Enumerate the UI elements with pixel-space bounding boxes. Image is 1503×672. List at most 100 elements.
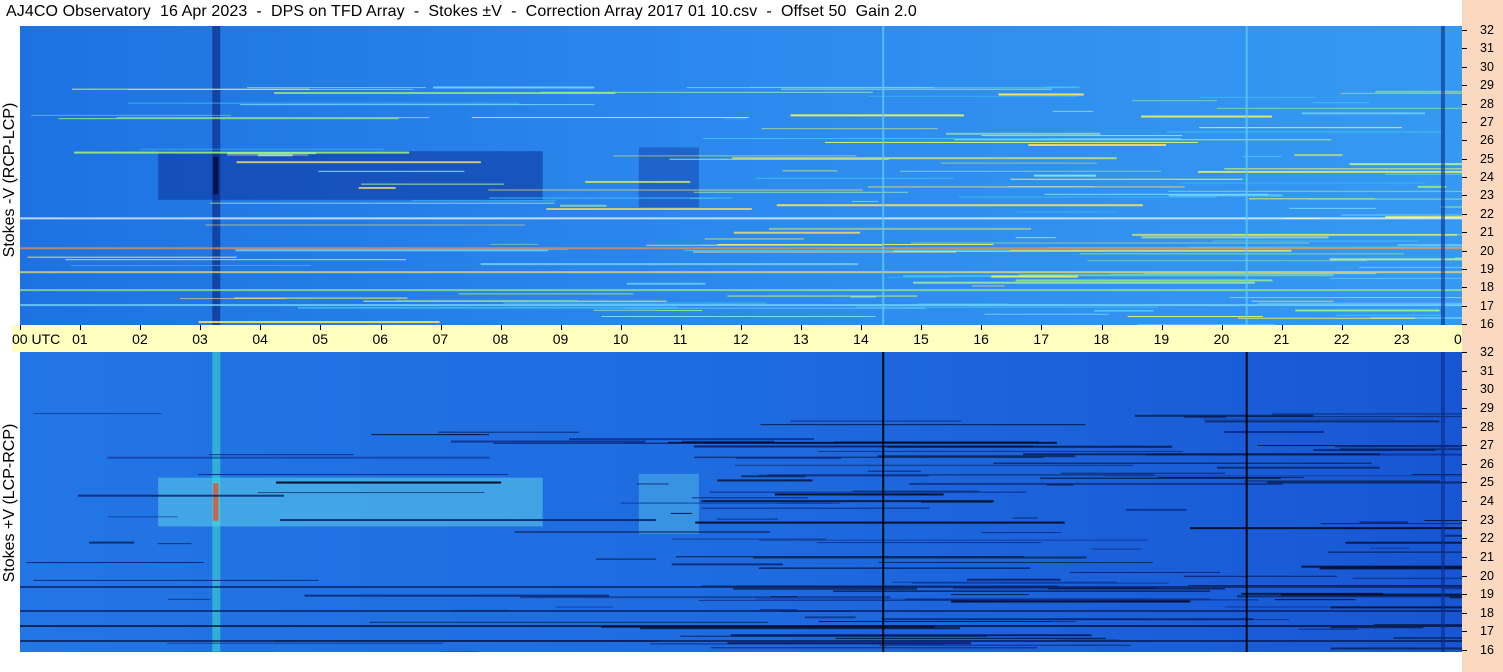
- rfi-line: [680, 635, 987, 637]
- rfi-line: [1010, 178, 1243, 180]
- rfi-line: [774, 493, 944, 496]
- vertical-event-line: [882, 352, 885, 652]
- freq-tick: [1462, 631, 1467, 633]
- time-tick-label: 17: [1033, 331, 1049, 347]
- freq-tick: [1462, 268, 1467, 270]
- rfi-line: [967, 578, 1061, 581]
- time-axis: 00 UTC 01 02 03 04 05 06 07 08 09 10 11 12 13 14 15 16 17…: [12, 325, 1497, 352]
- rfi-line: [709, 491, 1027, 493]
- freq-tick-label-bottom: 29: [1480, 400, 1494, 415]
- rfi-line: [1104, 475, 1468, 477]
- rfi-line: [1229, 297, 1503, 299]
- rfi-line: [867, 186, 1185, 188]
- rfi-line: [493, 442, 751, 444]
- rfi-line: [1141, 236, 1329, 239]
- rfi-line: [1455, 543, 1503, 545]
- rfi-line: [1294, 154, 1343, 157]
- burst-core: [213, 483, 219, 521]
- rfi-line: [1125, 508, 1187, 511]
- rfi-line: [658, 309, 703, 311]
- rfi-line: [1397, 244, 1503, 247]
- rfi-line: [433, 86, 595, 89]
- rfi-line: [440, 651, 479, 653]
- time-tick-label: 05: [312, 331, 328, 347]
- rfi-line: [671, 563, 783, 566]
- rfi-line: [850, 296, 877, 298]
- freq-tick-label-top: 17: [1480, 298, 1494, 313]
- rfi-line: [488, 189, 863, 191]
- freq-tick-label-bottom: 18: [1480, 605, 1494, 620]
- time-tick-label: 19: [1153, 331, 1170, 347]
- freq-tick: [1462, 213, 1467, 215]
- rfi-line: [1223, 430, 1324, 433]
- freq-tick-label-bottom: 22: [1480, 531, 1494, 546]
- solar-band: [638, 473, 699, 534]
- rfi-line: [1224, 168, 1483, 170]
- time-tick: [20, 325, 21, 330]
- rfi-line: [546, 207, 752, 210]
- rfi-line: [710, 647, 1038, 649]
- rfi-line: [1079, 253, 1404, 255]
- rfi-line: [1217, 466, 1380, 469]
- freq-tick: [1462, 612, 1467, 614]
- time-tick-label: 08: [492, 331, 509, 347]
- edge-column: [1440, 352, 1445, 652]
- rfi-line: [852, 490, 980, 492]
- rfi-line: [167, 642, 443, 644]
- rfi-line: [1454, 257, 1503, 259]
- freq-tick: [1462, 426, 1467, 428]
- rfi-line: [998, 93, 1084, 96]
- freq-tick: [1462, 177, 1467, 178]
- freq-tick-label-bottom: 19: [1480, 587, 1494, 602]
- rfi-line: [489, 243, 539, 245]
- rfi-line: [695, 521, 1065, 524]
- vertical-event-line: [1245, 26, 1248, 325]
- time-tick-label: 23: [1393, 331, 1410, 347]
- time-tick: [741, 325, 742, 330]
- rfi-line: [1274, 599, 1356, 601]
- freq-tick: [1462, 463, 1467, 465]
- freq-tick: [1462, 389, 1467, 391]
- rfi-line: [1385, 173, 1492, 175]
- rfi-line: [1202, 418, 1395, 420]
- freq-tick: [1462, 250, 1467, 252]
- rfi-line: [761, 128, 938, 130]
- rfi-line: [58, 118, 399, 120]
- rfi-line: [1131, 100, 1217, 102]
- rfi-line: [140, 148, 385, 150]
- rfi-line: [240, 104, 595, 106]
- rfi-line: [717, 243, 994, 245]
- rfi-line: [887, 276, 950, 278]
- rfi-line: [1028, 143, 1167, 146]
- rfi-line: [701, 507, 930, 509]
- freq-tick-label-bottom: 26: [1480, 456, 1494, 471]
- rfi-line: [358, 186, 396, 189]
- rfi-line: [71, 88, 310, 90]
- rfi-line: [881, 618, 1253, 621]
- freq-tick-label-top: 22: [1480, 206, 1494, 221]
- rfi-line: [1330, 627, 1424, 629]
- freq-tick-label-top: 27: [1480, 114, 1494, 129]
- rfi-line: [1312, 102, 1370, 104]
- freq-tick-label-bottom: 23: [1480, 512, 1494, 527]
- freq-tick: [1462, 85, 1467, 87]
- rfi-line: [758, 474, 929, 477]
- rfi-line: [198, 474, 509, 476]
- rfi-line: [899, 170, 1162, 172]
- freq-tick: [1462, 556, 1467, 558]
- time-tick-label: 02: [132, 331, 148, 347]
- rfi-line: [1442, 588, 1503, 590]
- rfi-line: [758, 567, 1031, 569]
- rfi-line: [1040, 477, 1281, 479]
- time-tick-label: 20: [1213, 331, 1230, 347]
- rfi-line: [613, 155, 857, 157]
- rfi-line: [991, 275, 1078, 278]
- time-tick: [1401, 325, 1403, 330]
- rfi-line: [912, 582, 1169, 584]
- rfi-line: [157, 543, 192, 545]
- freq-tick-label-bottom: 17: [1480, 624, 1494, 639]
- freq-tick: [1462, 66, 1467, 68]
- freq-tick-label-bottom: 32: [1480, 345, 1494, 359]
- rfi-line: [1267, 481, 1503, 484]
- rfi-line: [910, 242, 1310, 244]
